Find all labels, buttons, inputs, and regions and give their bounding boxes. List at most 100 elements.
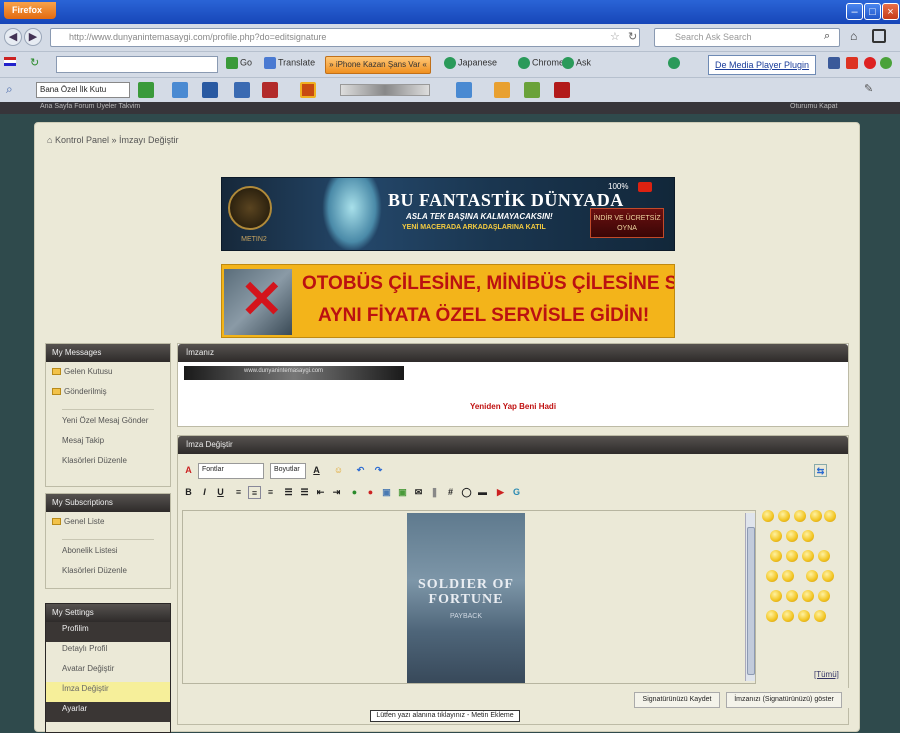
smiley-icon[interactable] [806,570,818,582]
bookmark-ask[interactable]: Ask [562,57,591,69]
switch-mode-icon[interactable]: ⇆ [814,464,827,477]
smiley-icon[interactable] [786,530,798,542]
underline-icon[interactable]: U [214,486,227,499]
bookmark-extra[interactable] [668,57,682,69]
align-right-icon[interactable]: ≡ [264,486,277,499]
bold-icon[interactable]: B [182,486,195,499]
smiley-icon[interactable] [766,610,778,622]
smiley-icon[interactable] [770,550,782,562]
php-icon[interactable]: ▬ [476,486,489,499]
close-window-button[interactable]: × [882,3,899,20]
subscriptions-header[interactable]: My Subscriptions [46,494,170,512]
link-icon[interactable]: ● [348,486,361,499]
home-icon[interactable]: ⌂ [47,135,55,145]
facebook-icon[interactable] [828,57,840,69]
app-icon[interactable] [300,82,316,98]
translate-button[interactable]: Translate [264,57,315,69]
quote-icon[interactable]: ❚ [428,486,441,499]
sent-folder[interactable]: Gönderilmiş [46,385,170,405]
format-icon[interactable]: A [182,464,195,477]
power-icon[interactable] [880,57,892,69]
smiley-icon[interactable]: ☺ [332,464,345,477]
toolbar-select[interactable]: Bana Özel İlk Kutu [36,82,130,98]
settings-header[interactable]: My Settings [46,604,170,622]
smiley-icon[interactable] [782,570,794,582]
minimize-button[interactable]: – [846,3,863,20]
mail-icon[interactable] [846,57,858,69]
app-icon[interactable] [554,82,570,98]
smiley-icon[interactable] [824,510,836,522]
app-icon[interactable] [172,82,188,98]
messages-header[interactable]: My Messages [46,344,170,362]
smiley-icon[interactable] [818,550,830,562]
refresh-icon[interactable]: ↻ [30,56,39,69]
logout-link[interactable]: Oturumu Kapat [790,103,837,110]
magnifier-icon[interactable]: ⌕ [6,82,13,97]
hash-icon[interactable]: # [444,486,457,499]
signature-textarea[interactable]: SOLDIER OF FORTUNE PAYBACK [182,510,756,684]
download-play-button[interactable]: İNDİR VE ÜCRETSİZ OYNA [590,208,664,238]
smiley-icon[interactable] [778,510,790,522]
image-icon[interactable]: ▣ [380,486,393,499]
bookmark-chrome[interactable]: Chrome [518,57,564,69]
show-signature-button[interactable]: İmzanızı (Signatürünüzü) göster [726,692,842,708]
font-select[interactable]: Fontlar [198,463,264,479]
app-icon[interactable] [234,82,250,98]
new-message-link[interactable]: Yeni Özel Mesaj Gönder [46,414,170,434]
inbox-folder[interactable]: Gelen Kutusu [46,365,170,385]
subscription-list-link[interactable]: Abonelik Listesi [46,544,170,564]
settings-link[interactable]: Ayarlar [46,702,170,722]
smiley-icon[interactable] [814,610,826,622]
app-icon[interactable] [524,82,540,98]
my-profile-link[interactable]: Profilim [46,622,170,642]
url-input[interactable]: http://www.dunyanintemasaygi.com/profile… [50,28,640,47]
unlink-icon[interactable]: ● [364,486,377,499]
reload-icon[interactable]: ↻ [628,30,637,43]
home-icon[interactable]: ⌂ [850,29,857,43]
service-ad-banner[interactable]: ✕ OTOBÜS ÇİLESİNE, MİNİBÜS ÇİLESİNE SON … [221,264,675,338]
bookmark-japanese[interactable]: Japanese [444,57,497,69]
text-color-icon[interactable]: A [310,464,323,477]
youtube-icon[interactable] [864,57,876,69]
textarea-scrollbar[interactable] [745,513,755,681]
change-signature-link[interactable]: İmza Değiştir [46,682,170,702]
forward-icon[interactable]: ▶ [24,28,42,46]
youtube-icon[interactable]: ▶ [494,486,507,499]
smiley-icon[interactable] [802,550,814,562]
smiley-icon[interactable] [770,530,782,542]
italic-icon[interactable]: I [198,486,211,499]
search-icon[interactable]: ⌕ [824,30,830,43]
redo-icon[interactable]: ↷ [372,464,385,477]
smiley-icon[interactable] [822,570,834,582]
iphone-promo-button[interactable]: » iPhone Kazan Şans Var « [325,56,431,74]
back-icon[interactable]: ◀ [4,28,22,46]
bullet-list-icon[interactable]: ☰ [298,486,311,499]
smiley-icon[interactable] [770,590,782,602]
size-select[interactable]: Boyutlar [270,463,306,479]
edit-folders-link[interactable]: Klasörleri Düzenle [46,564,170,584]
star-icon[interactable]: ☆ [610,30,620,43]
smiley-icon[interactable] [762,510,774,522]
change-avatar-link[interactable]: Avatar Değiştir [46,662,170,682]
scrollbar-thumb[interactable] [747,527,755,675]
general-list-folder[interactable]: Genel Liste [46,515,170,535]
align-center-icon[interactable]: ≡ [248,486,261,499]
add-icon[interactable] [138,82,154,98]
more-smilies-link[interactable]: [Tümü] [814,670,839,679]
maximize-button[interactable]: □ [864,3,881,20]
volume-slider[interactable] [340,84,430,96]
wrench-icon[interactable]: ✎ [864,82,873,95]
smiley-icon[interactable] [802,530,814,542]
detailed-profile-link[interactable]: Detaylı Profil [46,642,170,662]
screen-icon[interactable] [456,82,472,98]
smiley-icon[interactable] [786,550,798,562]
folder-icon[interactable] [494,82,510,98]
code-icon[interactable]: ◯ [460,486,473,499]
smiley-icon[interactable] [802,590,814,602]
app-icon[interactable] [262,82,278,98]
save-signature-button[interactable]: Signatürünüzü Kaydet [634,692,720,708]
video-icon[interactable]: ▣ [396,486,409,499]
media-player-plugin-button[interactable]: De Media Player Plugin [708,55,816,75]
smiley-icon[interactable] [794,510,806,522]
indent-icon[interactable]: ⇥ [330,486,343,499]
